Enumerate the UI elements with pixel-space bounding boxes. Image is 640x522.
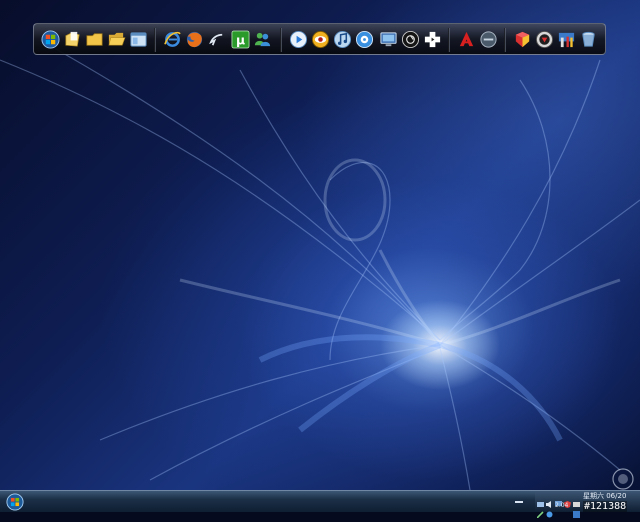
- svg-text:µ: µ: [236, 33, 245, 47]
- open-folder-icon[interactable]: [106, 29, 127, 50]
- document-folder-icon[interactable]: [62, 29, 83, 50]
- volume-icon[interactable]: [546, 493, 553, 508]
- recycle-bin-icon[interactable]: [578, 29, 599, 50]
- shield-icon[interactable]: [564, 493, 571, 508]
- utorrent-icon[interactable]: µ: [230, 29, 251, 50]
- music-note-icon[interactable]: [332, 29, 353, 50]
- show-desktop-icon[interactable]: [514, 494, 524, 508]
- messenger-icon[interactable]: [252, 29, 273, 50]
- taskbar: 2.04 星期六 06/20 #121388: [0, 490, 640, 519]
- windows-orb-icon: [6, 492, 24, 511]
- arrow-back-icon[interactable]: [206, 29, 227, 50]
- windows-orb-icon[interactable]: [40, 29, 61, 50]
- monitor-icon[interactable]: [555, 493, 562, 506]
- network-icon[interactable]: [537, 493, 544, 507]
- dock-separator: [154, 28, 156, 52]
- media-eye-icon[interactable]: [310, 29, 331, 50]
- dock-separator: [504, 28, 506, 52]
- media-disc-icon[interactable]: [354, 29, 375, 50]
- internet-explorer-icon[interactable]: [162, 29, 183, 50]
- wallpaper-light-wisps: [0, 39, 640, 490]
- plus-tile-icon[interactable]: [422, 29, 443, 50]
- tray-indicator-label: 2.04: [555, 502, 569, 509]
- shield-cube-icon[interactable]: [512, 29, 533, 50]
- round-badge-icon[interactable]: [478, 29, 499, 50]
- desktop-wallpaper: [0, 0, 640, 490]
- round-logo-icon[interactable]: [534, 29, 555, 50]
- clock-date[interactable]: 星期六 06/20: [583, 492, 626, 500]
- pen-icon[interactable]: [536, 503, 544, 519]
- adobe-acrobat-icon[interactable]: [456, 29, 477, 50]
- window-explorer-icon[interactable]: [128, 29, 149, 50]
- tools-icon[interactable]: [556, 29, 577, 50]
- language-icon[interactable]: [573, 503, 580, 518]
- globe-icon[interactable]: [546, 503, 553, 518]
- clock-time[interactable]: #121388: [583, 501, 628, 512]
- dock-separator: [280, 28, 282, 52]
- battery-icon[interactable]: [573, 493, 580, 507]
- start-button[interactable]: [4, 491, 26, 512]
- application-dock: µ: [33, 23, 606, 55]
- watermark-logo: [612, 468, 634, 490]
- folder-icon[interactable]: [84, 29, 105, 50]
- media-player-black-icon[interactable]: [400, 29, 421, 50]
- dock-separator: [448, 28, 450, 52]
- media-play-icon[interactable]: [288, 29, 309, 50]
- firefox-icon[interactable]: [184, 29, 205, 50]
- display-monitor-icon[interactable]: [378, 29, 399, 50]
